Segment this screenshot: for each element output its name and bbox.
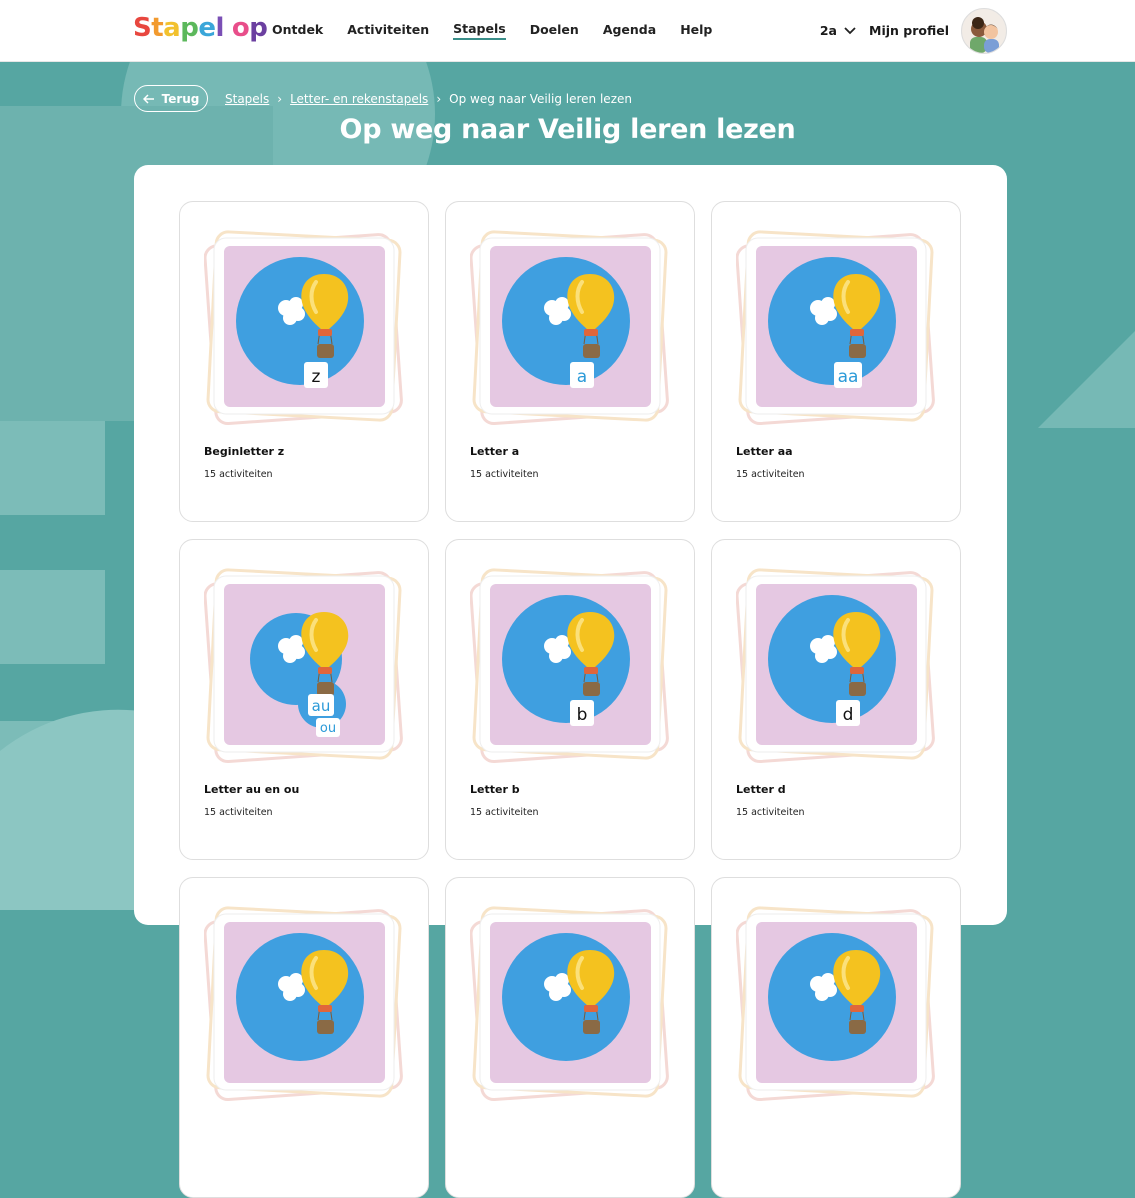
stack-card-count: 15 activiteiten bbox=[736, 807, 805, 818]
stack-card-art: z bbox=[203, 226, 404, 426]
nav-item-agenda[interactable]: Agenda bbox=[603, 22, 656, 39]
stack-card[interactable]: z Beginletter z 15 activiteiten bbox=[179, 201, 429, 522]
stack-card-art bbox=[203, 902, 404, 1102]
avatar[interactable] bbox=[961, 7, 1007, 54]
stack-illustration: a bbox=[469, 230, 669, 426]
breadcrumb-letter-rekenstapels[interactable]: Letter- en rekenstapels bbox=[290, 92, 428, 106]
nav-item-ontdek[interactable]: Ontdek bbox=[272, 22, 323, 39]
svg-text:au: au bbox=[312, 697, 331, 715]
svg-text:z: z bbox=[312, 367, 321, 387]
logo-letter: t bbox=[151, 13, 164, 43]
stack-card[interactable]: au ou Letter au en ou 15 activiteiten bbox=[179, 539, 429, 860]
stack-card[interactable]: b Letter b 15 activiteiten bbox=[445, 539, 695, 860]
logo-letter: a bbox=[163, 13, 181, 43]
stack-card-title: Letter au en ou bbox=[204, 783, 300, 796]
chevron-right-icon: › bbox=[277, 92, 283, 106]
breadcrumb-stapels[interactable]: Stapels bbox=[225, 92, 269, 106]
logo-letter: p bbox=[180, 13, 199, 43]
breadcrumb-current: Op weg naar Veilig leren lezen bbox=[449, 92, 632, 106]
stack-card-art bbox=[469, 902, 670, 1102]
nav-item-help[interactable]: Help bbox=[680, 22, 712, 39]
profile-link[interactable]: Mijn profiel bbox=[869, 23, 949, 38]
top-nav: Stapel op Ontdek Activiteiten Stapels Doele… bbox=[0, 0, 1135, 62]
stack-card[interactable] bbox=[179, 877, 429, 1198]
nav-item-activiteiten[interactable]: Activiteiten bbox=[347, 22, 429, 39]
stack-illustration: b bbox=[469, 568, 669, 764]
chevron-down-icon bbox=[844, 26, 856, 34]
stack-illustration: aa bbox=[735, 230, 935, 426]
chevron-right-icon: › bbox=[436, 92, 442, 106]
stack-card-count: 15 activiteiten bbox=[204, 469, 273, 480]
stack-card[interactable] bbox=[711, 877, 961, 1198]
avatar-illustration bbox=[970, 16, 999, 53]
stack-card[interactable]: a Letter a 15 activiteiten bbox=[445, 201, 695, 522]
breadcrumb: Stapels › Letter- en rekenstapels › Op w… bbox=[225, 92, 632, 106]
svg-text:ou: ou bbox=[320, 721, 336, 736]
stack-card-art: a bbox=[469, 226, 670, 426]
logo-letter: p bbox=[249, 13, 268, 43]
logo-letter: S bbox=[133, 13, 152, 43]
nav-item-stapels[interactable]: Stapels bbox=[453, 21, 506, 40]
stack-panel: z Beginletter z 15 activiteiten a Letter a 15… bbox=[134, 165, 1007, 1198]
stack-card-title: Letter aa bbox=[736, 445, 793, 458]
stack-card[interactable]: aa Letter aa 15 activiteiten bbox=[711, 201, 961, 522]
stack-illustration bbox=[735, 906, 935, 1102]
stack-card-art: b bbox=[469, 564, 670, 764]
stack-card-count: 15 activiteiten bbox=[470, 807, 539, 818]
back-label: Terug bbox=[161, 91, 200, 106]
stack-card-title: Letter b bbox=[470, 783, 520, 796]
logo-letter: l bbox=[215, 13, 224, 43]
logo[interactable]: Stapel op bbox=[133, 12, 268, 44]
stack-illustration bbox=[203, 906, 403, 1102]
svg-text:b: b bbox=[577, 705, 588, 725]
stack-illustration: z bbox=[203, 230, 403, 426]
stack-card-art: aa bbox=[735, 226, 936, 426]
group-label: 2a bbox=[819, 23, 837, 38]
svg-text:aa: aa bbox=[838, 367, 859, 387]
stack-card-art: au ou bbox=[203, 564, 404, 764]
nav-right: 2a Mijn profiel bbox=[820, 7, 1007, 54]
nav-item-doelen[interactable]: Doelen bbox=[530, 22, 579, 39]
stack-card-art: d bbox=[735, 564, 936, 764]
logo-letter: e bbox=[198, 13, 216, 43]
group-selector[interactable]: 2a bbox=[820, 23, 857, 38]
stack-card-title: Beginletter z bbox=[204, 445, 285, 458]
stack-card-count: 15 activiteiten bbox=[470, 469, 539, 480]
svg-text:a: a bbox=[577, 367, 587, 387]
stack-card-count: 15 activiteiten bbox=[204, 807, 273, 818]
logo-letter: o bbox=[231, 13, 250, 43]
page-title: Op weg naar Veilig leren lezen bbox=[339, 114, 796, 145]
stack-card-title: Letter d bbox=[736, 783, 786, 796]
stack-card-art bbox=[735, 902, 936, 1102]
stack-illustration: au ou bbox=[203, 568, 403, 764]
stack-card[interactable] bbox=[445, 877, 695, 1198]
svg-text:d: d bbox=[843, 705, 854, 725]
stack-card-count: 15 activiteiten bbox=[736, 469, 805, 480]
arrow-left-icon bbox=[142, 93, 154, 104]
stack-illustration: d bbox=[735, 568, 935, 764]
stack-card[interactable]: d Letter d 15 activiteiten bbox=[711, 539, 961, 860]
stack-illustration bbox=[469, 906, 669, 1102]
main-menu: Ontdek Activiteiten Stapels Doelen Agenda Hel… bbox=[272, 0, 736, 61]
stack-card-title: Letter a bbox=[470, 445, 520, 458]
back-button[interactable]: Terug bbox=[134, 85, 208, 112]
